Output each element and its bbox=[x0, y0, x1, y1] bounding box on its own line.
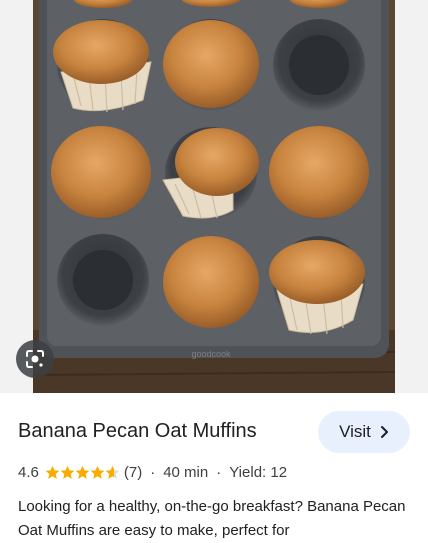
cook-time: 40 min bbox=[163, 464, 209, 481]
star-icon bbox=[90, 465, 105, 479]
star-icon bbox=[60, 465, 75, 479]
muffin-photo-illustration: goodcook bbox=[33, 0, 395, 393]
recipe-title[interactable]: Banana Pecan Oat Muffins bbox=[18, 420, 257, 443]
rating-value: 4.6 bbox=[18, 464, 39, 481]
separator: · bbox=[150, 464, 156, 481]
visit-button[interactable]: Visit bbox=[318, 411, 410, 453]
chevron-right-icon bbox=[380, 426, 388, 438]
recipe-yield: Yield: 12 bbox=[229, 464, 288, 481]
visit-button-label: Visit bbox=[339, 422, 371, 441]
star-icon bbox=[105, 465, 120, 479]
google-lens-icon bbox=[26, 350, 44, 368]
review-count: (7) bbox=[123, 464, 143, 481]
star-icon bbox=[75, 465, 90, 479]
google-lens-button[interactable] bbox=[16, 340, 54, 378]
rating-stars bbox=[45, 465, 120, 480]
star-icon bbox=[45, 465, 60, 479]
muffin-tin-photo[interactable]: goodcook bbox=[33, 0, 395, 393]
recipe-meta: 4.6 (7) · 40 min · Yield: 12 bbox=[18, 464, 287, 481]
separator: · bbox=[216, 464, 222, 481]
result-image-area[interactable]: goodcook bbox=[0, 0, 428, 393]
brand-mark: goodcook bbox=[191, 349, 231, 359]
recipe-description: Looking for a healthy, on-the-go breakfa… bbox=[18, 498, 406, 539]
